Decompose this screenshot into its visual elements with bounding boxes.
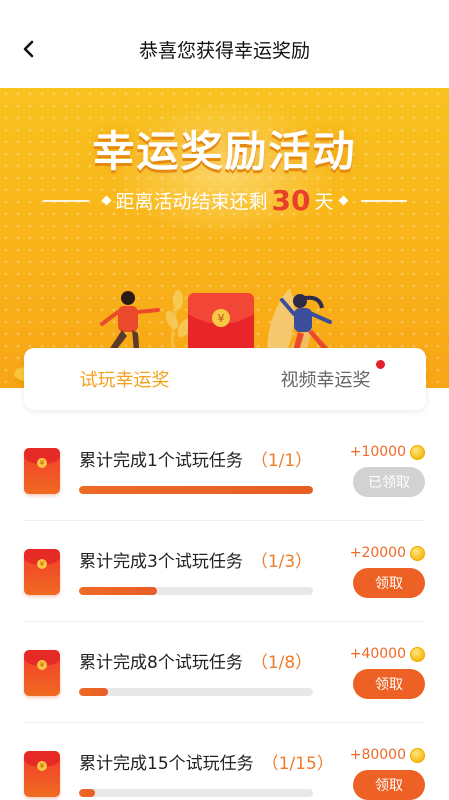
countdown-suffix: 天 bbox=[314, 191, 334, 213]
task-title: 累计完成15个试玩任务 （1/15） bbox=[79, 749, 334, 774]
task-label: 累计完成1个试玩任务 bbox=[79, 451, 243, 471]
page-title: 恭喜您获得幸运奖励 bbox=[138, 40, 310, 62]
nav-bar: 恭喜您获得幸运奖励 bbox=[0, 0, 449, 88]
task-label: 累计完成3个试玩任务 bbox=[79, 552, 243, 572]
tab-trial-lucky-reward[interactable]: 试玩幸运奖 bbox=[24, 348, 225, 410]
task-label: 累计完成15个试玩任务 bbox=[79, 754, 254, 774]
reward-tabs: 试玩幸运奖 视频幸运奖 bbox=[24, 348, 426, 410]
task-title: 累计完成3个试玩任务 （1/3） bbox=[79, 547, 312, 572]
red-envelope-icon: ¥ bbox=[24, 448, 60, 494]
task-title: 累计完成1个试玩任务 （1/1） bbox=[79, 446, 312, 471]
red-envelope-icon: ¥ bbox=[24, 650, 60, 696]
reward-amount: +80000 bbox=[349, 747, 406, 763]
countdown-days: 30 bbox=[271, 184, 311, 217]
reward-amount: +40000 bbox=[349, 646, 406, 662]
tab-label: 试玩幸运奖 bbox=[79, 370, 170, 391]
claimed-button[interactable]: 已领取 bbox=[353, 467, 425, 497]
task-row: ¥ 累计完成3个试玩任务 （1/3） +20000 领取 bbox=[24, 521, 425, 622]
task-row: ¥ 累计完成1个试玩任务 （1/1） +10000 已领取 bbox=[24, 420, 425, 521]
reward-amount: +10000 bbox=[349, 444, 406, 460]
tab-video-lucky-reward[interactable]: 视频幸运奖 bbox=[225, 348, 426, 410]
countdown: 距离活动结束还剩 30 天 bbox=[0, 184, 449, 217]
coin-icon bbox=[410, 747, 425, 763]
reward-amount: +20000 bbox=[349, 545, 406, 561]
diamond-icon bbox=[338, 195, 348, 206]
banner-headline: 幸运奖励活动 bbox=[92, 127, 357, 176]
task-progress-bar bbox=[79, 789, 313, 797]
task-reward: +80000 bbox=[350, 747, 425, 763]
task-progress-text: （1/15） bbox=[261, 754, 334, 774]
task-progress-bar bbox=[79, 486, 313, 494]
countdown-left-line bbox=[42, 199, 89, 202]
activity-banner: 幸运奖励活动 距离活动结束还剩 30 天 ¥ bbox=[0, 88, 449, 388]
notification-dot-icon bbox=[376, 360, 385, 369]
claim-button[interactable]: 领取 bbox=[353, 770, 425, 800]
task-reward: +20000 bbox=[350, 545, 425, 561]
task-progress-bar bbox=[79, 688, 313, 696]
task-reward: +10000 bbox=[350, 444, 425, 460]
coin-icon bbox=[410, 545, 425, 561]
task-progress-fill bbox=[79, 688, 109, 696]
task-progress-text: （1/3） bbox=[250, 552, 313, 572]
coin-icon bbox=[410, 444, 425, 460]
claim-button[interactable]: 领取 bbox=[353, 568, 425, 598]
task-list: ¥ 累计完成1个试玩任务 （1/1） +10000 已领取 ¥ 累计完成3个试玩任… bbox=[0, 420, 449, 800]
task-progress-text: （1/1） bbox=[250, 451, 313, 471]
red-envelope-icon: ¥ bbox=[24, 751, 60, 797]
tab-label: 视频幸运奖 bbox=[280, 370, 371, 391]
countdown-prefix: 距离活动结束还剩 bbox=[115, 191, 268, 213]
task-progress-fill bbox=[79, 486, 313, 494]
task-progress-text: （1/8） bbox=[250, 653, 313, 673]
task-title: 累计完成8个试玩任务 （1/8） bbox=[79, 648, 312, 673]
coin-icon bbox=[410, 646, 425, 662]
countdown-right-line bbox=[360, 199, 407, 202]
task-progress-bar bbox=[79, 587, 313, 595]
task-reward: +40000 bbox=[350, 646, 425, 662]
task-row: ¥ 累计完成8个试玩任务 （1/8） +40000 领取 bbox=[24, 622, 425, 723]
task-row: ¥ 累计完成15个试玩任务 （1/15） +80000 领取 bbox=[24, 723, 425, 800]
claim-button[interactable]: 领取 bbox=[353, 669, 425, 699]
task-progress-fill bbox=[79, 587, 157, 595]
envelope-symbol: ¥ bbox=[218, 312, 225, 325]
task-progress-fill bbox=[79, 789, 95, 797]
task-label: 累计完成8个试玩任务 bbox=[79, 653, 243, 673]
red-envelope-icon: ¥ bbox=[24, 549, 60, 595]
diamond-icon bbox=[101, 195, 111, 206]
